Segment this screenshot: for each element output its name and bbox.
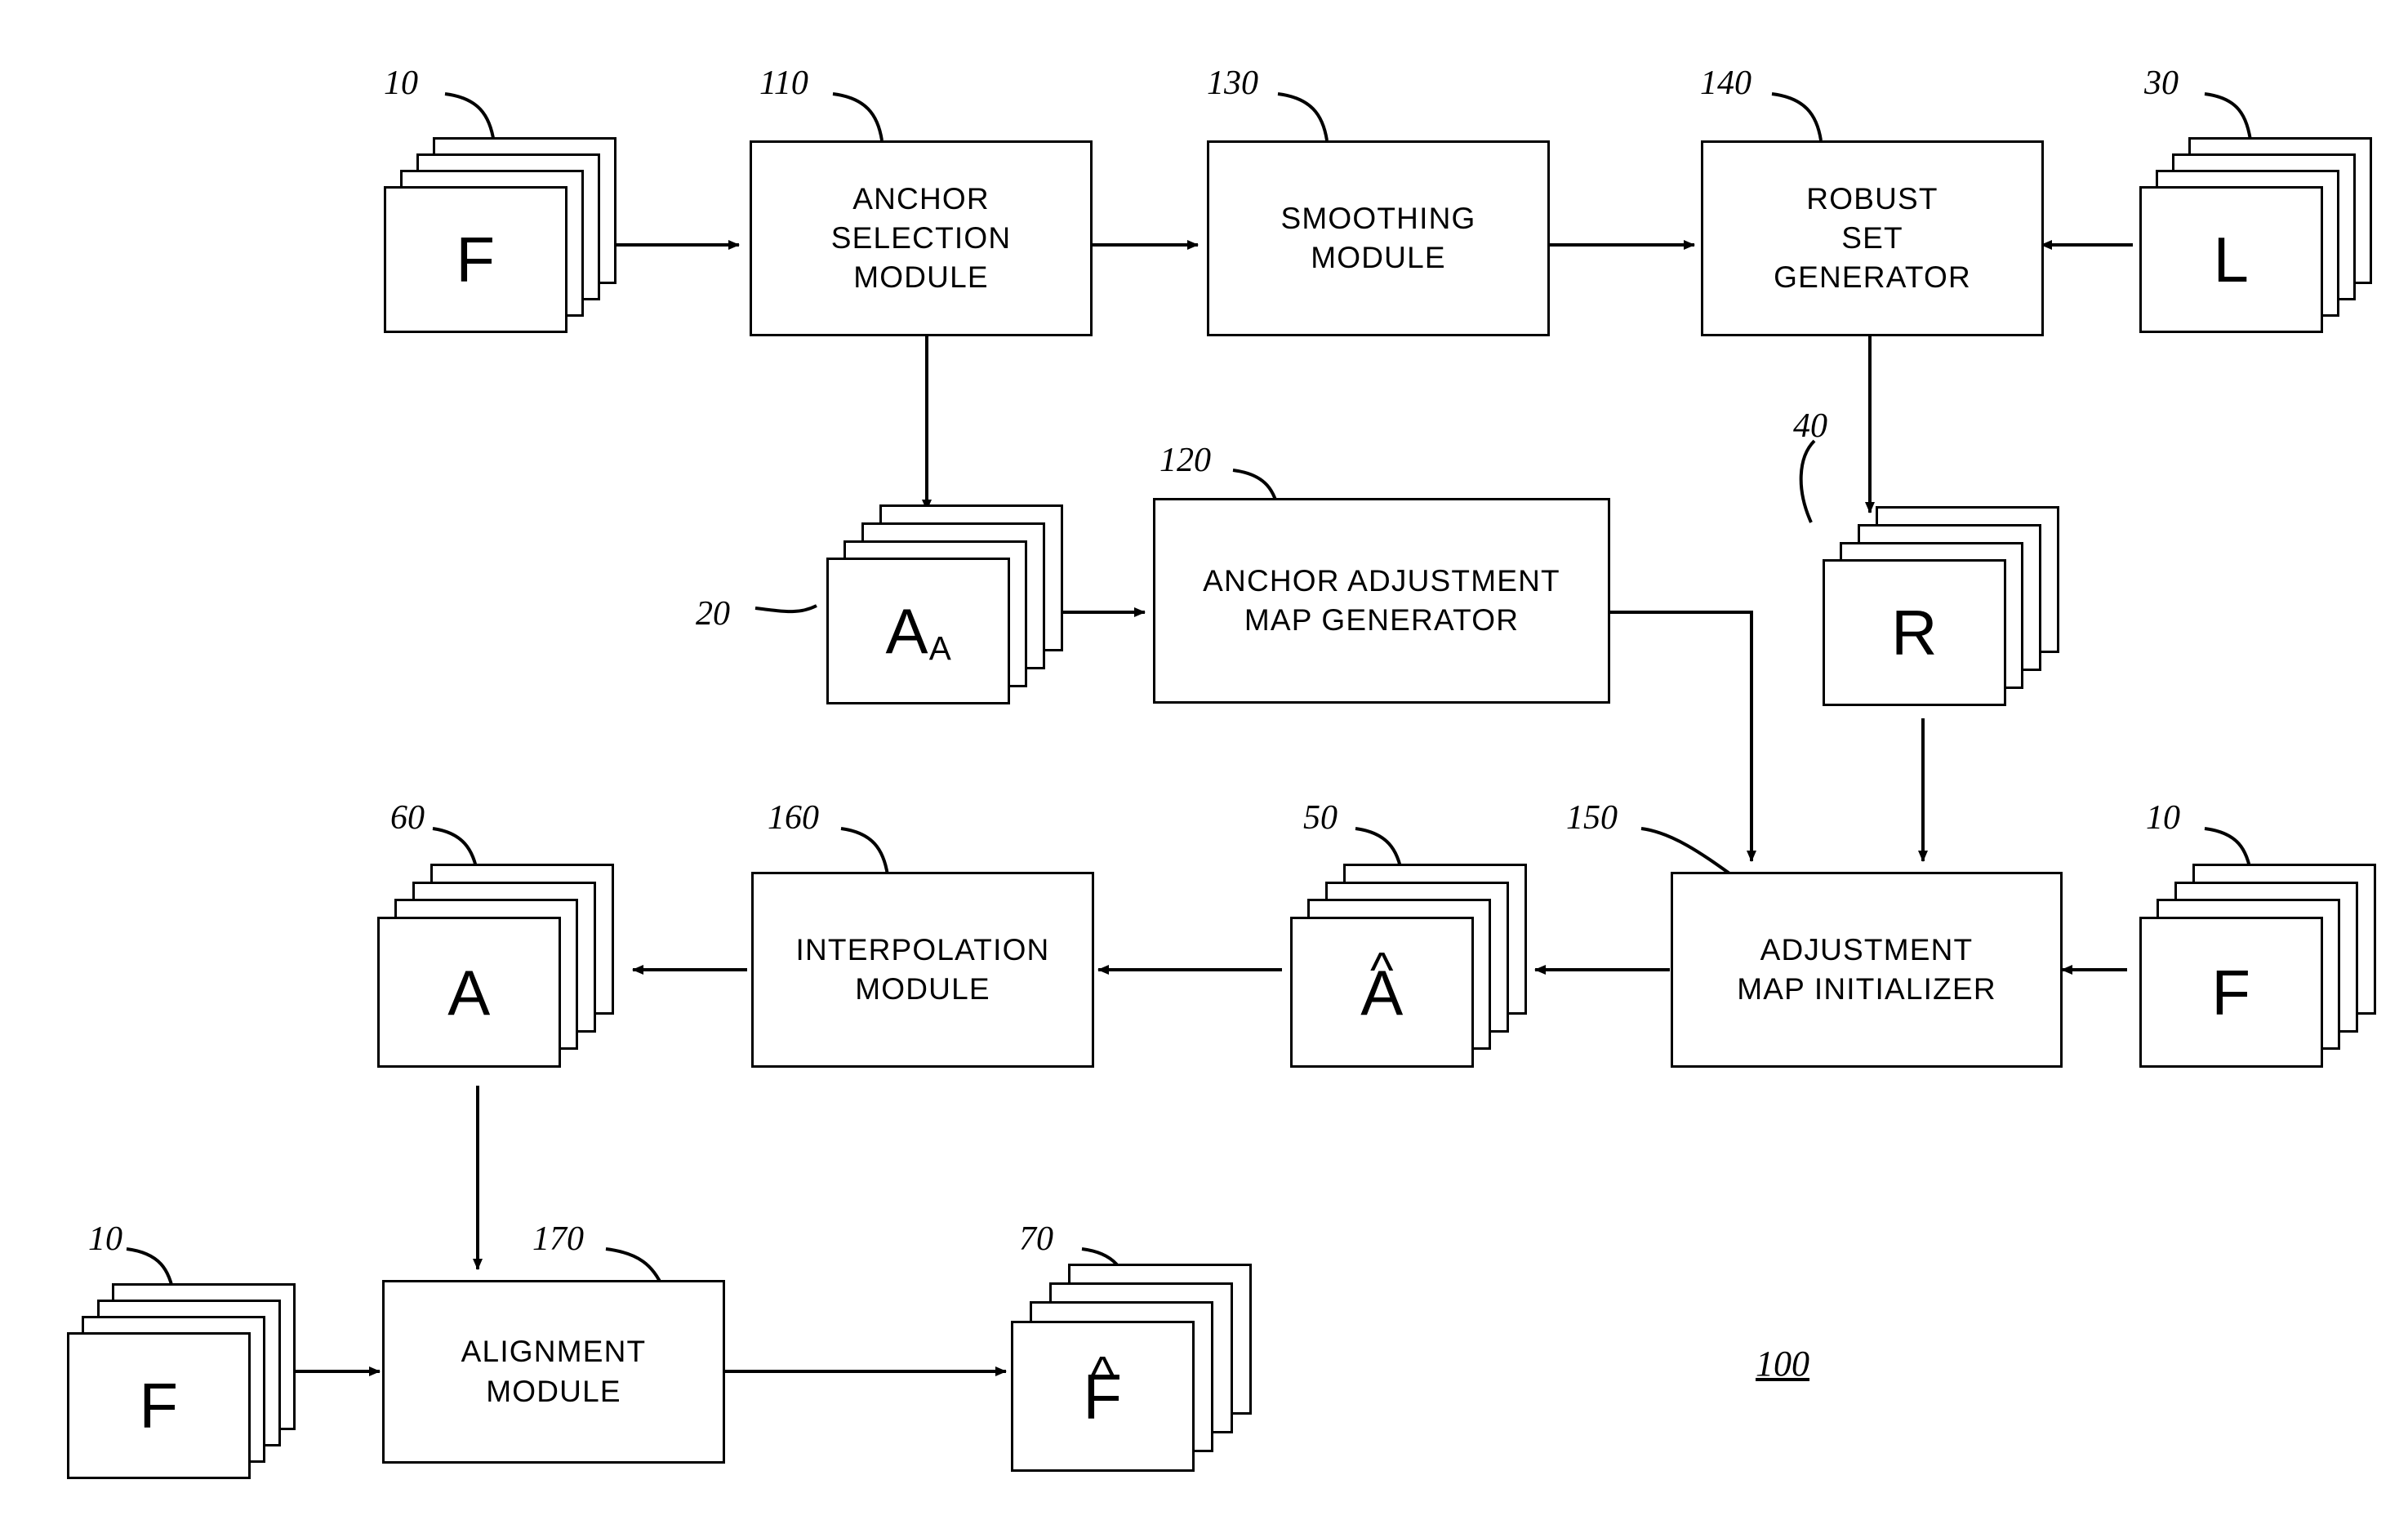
ref-170: 170 (532, 1220, 584, 1258)
box-smoothing-module[interactable]: SMOOTHING MODULE (1207, 140, 1550, 336)
sheet-front: AA (826, 558, 1010, 704)
sheet-front: L (2139, 186, 2323, 333)
box-anchor-adjustment-map-generator[interactable]: ANCHOR ADJUSTMENT MAP GENERATOR (1153, 498, 1610, 704)
sheet-front: F (67, 1332, 251, 1479)
ref-10-bottom: 10 (88, 1220, 122, 1258)
figure-number: 100 (1756, 1344, 1809, 1384)
box-interpolation-module[interactable]: INTERPOLATION MODULE (751, 872, 1094, 1068)
box-label: ADJUSTMENT MAP INITIALIZER (1737, 932, 1996, 1006)
box-label: ANCHOR SELECTION MODULE (830, 181, 1012, 295)
box-label: ROBUST SET GENERATOR (1774, 181, 1971, 295)
box-label: INTERPOLATION MODULE (795, 932, 1050, 1006)
stack-a-final: A (377, 864, 614, 1068)
ref-70: 70 (1019, 1220, 1053, 1258)
stack-a-hat: ^ A (1290, 864, 1527, 1068)
sheet-front: R (1823, 559, 2006, 706)
sheet-front: A (377, 917, 561, 1068)
ref-60: 60 (390, 799, 425, 837)
sheet-front: ^ F (1011, 1321, 1195, 1472)
figure-canvas: 10 110 130 140 30 120 20 40 60 160 50 15… (0, 0, 2408, 1533)
stack-label-f: F (139, 1370, 179, 1442)
ref-160: 160 (768, 799, 819, 837)
stack-anchor-adjustment-maps: AA (826, 504, 1063, 704)
box-label: ANCHOR ADJUSTMENT MAP GENERATOR (1203, 563, 1560, 637)
stack-f-hat-output: ^ F (1011, 1264, 1252, 1472)
ref-120: 120 (1159, 442, 1211, 479)
box-alignment-module[interactable]: ALIGNMENT MODULE (382, 1280, 725, 1464)
box-anchor-selection-module[interactable]: ANCHOR SELECTION MODULE (750, 140, 1093, 336)
box-adjustment-map-initializer[interactable]: ADJUSTMENT MAP INITIALIZER (1671, 872, 2063, 1068)
ref-130: 130 (1207, 64, 1258, 102)
stack-f-input-top: F (384, 137, 616, 333)
stack-f-input-bottom: F (67, 1283, 296, 1479)
hat-accent-icon: ^ (1369, 942, 1395, 998)
ref-40: 40 (1793, 407, 1827, 445)
stack-label-f: F (456, 224, 496, 295)
sheet-front: F (2139, 917, 2323, 1068)
box-robust-set-generator[interactable]: ROBUST SET GENERATOR (1701, 140, 2044, 336)
sheet-front: ^ A (1290, 917, 1474, 1068)
stack-f-input-right: F (2139, 864, 2376, 1068)
stack-label-f: F (2211, 956, 2251, 1029)
ref-140: 140 (1700, 64, 1751, 102)
stack-label-f-hat: ^ F (1083, 1346, 1123, 1433)
ref-10-top-left: 10 (384, 64, 418, 102)
ref-150: 150 (1566, 799, 1618, 837)
ref-10-right: 10 (2146, 799, 2180, 837)
stack-robust-set: R (1823, 506, 2059, 706)
ref-30: 30 (2144, 64, 2179, 102)
stack-label-a-hat: ^ A (1360, 942, 1404, 1029)
hat-accent-icon: ^ (1090, 1346, 1115, 1402)
ref-20: 20 (696, 595, 730, 633)
box-label: ALIGNMENT MODULE (461, 1335, 647, 1408)
sheet-front: F (384, 186, 568, 333)
stack-label-a: A (447, 956, 491, 1029)
stack-label-l: L (2213, 224, 2250, 295)
stack-label-a-sub-a: AA (885, 595, 952, 668)
ref-50: 50 (1303, 799, 1338, 837)
stack-label-r: R (1891, 597, 1938, 669)
box-label: SMOOTHING MODULE (1280, 201, 1476, 274)
ref-110: 110 (759, 64, 808, 102)
stack-l-input: L (2139, 137, 2372, 333)
